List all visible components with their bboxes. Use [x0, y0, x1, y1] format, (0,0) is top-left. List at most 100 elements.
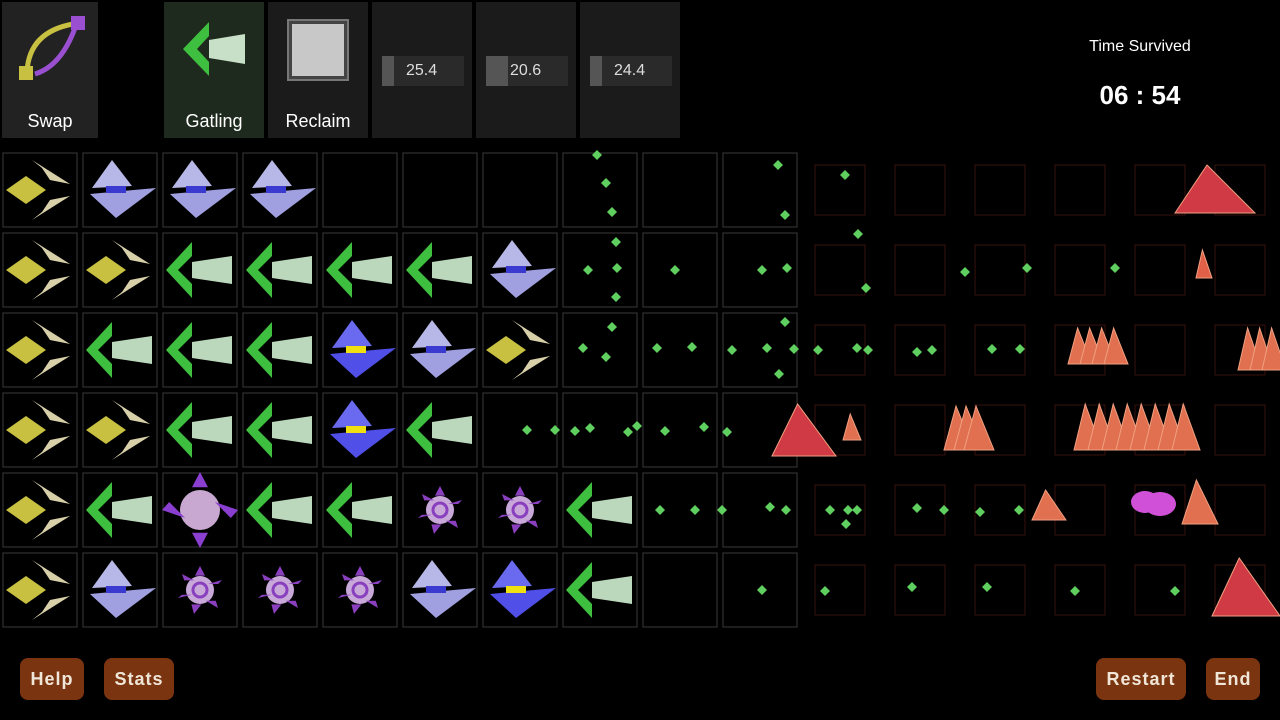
- laser-fin: [92, 160, 132, 188]
- bullet: [840, 170, 850, 180]
- orb-tower: [180, 490, 220, 530]
- bullet: [578, 343, 588, 353]
- enemy-lane-cell: [1054, 484, 1106, 536]
- bullet: [1014, 505, 1024, 515]
- swap-blade: [32, 240, 70, 264]
- swap-tower: [6, 176, 46, 204]
- gatling-barrel: [272, 256, 312, 284]
- mine-spike: [191, 604, 202, 614]
- laser-core: [106, 586, 126, 593]
- bullet: [987, 344, 997, 354]
- gatling-barrel: [352, 256, 392, 284]
- mine-spike: [422, 494, 435, 501]
- orb-arrow: [192, 472, 208, 488]
- reclaim-button[interactable]: Reclaim: [268, 2, 368, 138]
- tower-mine: [338, 566, 382, 614]
- tower-swap: [6, 400, 70, 460]
- stats-button[interactable]: Stats: [104, 658, 174, 700]
- gatling-button[interactable]: Gatling: [164, 2, 264, 138]
- gatling-barrel: [592, 496, 632, 524]
- tower-laser: [490, 240, 556, 298]
- tower-gatling: [246, 482, 312, 538]
- bullet: [727, 345, 737, 355]
- bullet: [601, 352, 611, 362]
- laser-fin: [492, 560, 532, 588]
- enemy-small: [1195, 248, 1213, 279]
- bullet: [762, 343, 772, 353]
- tower-layer: [6, 160, 632, 620]
- enemy-lane-cell: [1214, 404, 1266, 456]
- gatling-barrel: [432, 416, 472, 444]
- grid-cell: [562, 152, 638, 228]
- tower-gatling: [166, 242, 232, 298]
- bullet: [774, 369, 784, 379]
- enemy-lane-cell: [974, 564, 1026, 616]
- gatling-barrel: [272, 416, 312, 444]
- bullet: [912, 503, 922, 513]
- laser-core: [346, 426, 366, 433]
- tower-swap: [486, 320, 550, 380]
- help-button[interactable]: Help: [20, 658, 84, 700]
- enemy-large: [1211, 557, 1280, 617]
- bullet: [782, 263, 792, 273]
- enemy-lane-cell: [1134, 164, 1186, 216]
- bullet: [765, 502, 775, 512]
- game-board[interactable]: [0, 150, 1280, 630]
- temperature-card-2: 20.6: [476, 2, 576, 138]
- grid-cell: [642, 472, 718, 548]
- mine-spike: [435, 486, 445, 496]
- mine-spike: [351, 604, 362, 614]
- swap-blade: [512, 356, 550, 380]
- bullet: [853, 229, 863, 239]
- gatling-barrel: [192, 416, 232, 444]
- bullet: [780, 210, 790, 220]
- laser-core: [426, 346, 446, 353]
- swap-blade: [112, 400, 150, 424]
- bullet: [781, 505, 791, 515]
- enemy-layer: [771, 164, 1280, 617]
- swap-blade: [32, 320, 70, 344]
- mine-spike: [285, 600, 298, 608]
- swap-blade: [112, 276, 150, 300]
- bullet: [585, 423, 595, 433]
- enemy-small: [1031, 488, 1067, 521]
- bullet: [660, 426, 670, 436]
- bullet: [982, 582, 992, 592]
- bullet: [843, 505, 853, 515]
- swap-blade: [32, 356, 70, 380]
- swap-blade: [112, 240, 150, 264]
- tower-gatling: [246, 402, 312, 458]
- mine-spike: [205, 600, 218, 608]
- mine-spike: [431, 524, 442, 534]
- swap-tower: [86, 256, 126, 284]
- grid-cell: [482, 152, 558, 228]
- swap-button[interactable]: Swap: [2, 2, 98, 138]
- gatling-barrel: [352, 496, 392, 524]
- gatling-tower: [86, 322, 112, 378]
- bullet: [960, 267, 970, 277]
- laser-core: [426, 586, 446, 593]
- bullet: [757, 265, 767, 275]
- tower-gatling: [166, 322, 232, 378]
- restart-button[interactable]: Restart: [1096, 658, 1186, 700]
- end-button[interactable]: End: [1206, 658, 1260, 700]
- gatling-tower: [406, 242, 432, 298]
- tower-gatling: [246, 242, 312, 298]
- bullet: [690, 505, 700, 515]
- gatling-tower: [246, 482, 272, 538]
- grid-cell: [402, 152, 478, 228]
- tower-swap: [6, 160, 70, 220]
- bullet: [820, 586, 830, 596]
- gatling-tower: [566, 482, 592, 538]
- mine-spike: [445, 520, 458, 528]
- bullet: [522, 425, 532, 435]
- bullet: [1022, 263, 1032, 273]
- bullet: [655, 505, 665, 515]
- enemy-lane-cell: [1214, 484, 1266, 536]
- grid-cell: [562, 232, 638, 308]
- gatling-tower: [166, 242, 192, 298]
- tower-gatling: [166, 402, 232, 458]
- grid-cell: [322, 152, 398, 228]
- gatling-tower: [166, 402, 192, 458]
- gatling-barrel: [192, 336, 232, 364]
